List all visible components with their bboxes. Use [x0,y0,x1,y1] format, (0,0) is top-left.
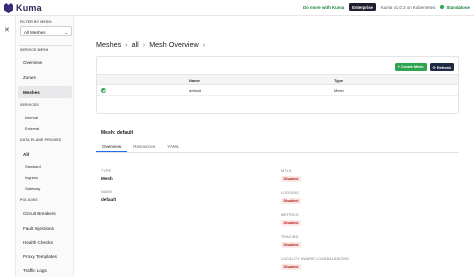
sidebar-item-proxy-templates[interactable]: Proxy Templates [18,250,72,262]
sidebar-item-traffic-logs[interactable]: Traffic Logs [18,264,72,276]
services-label: SERVICES [20,103,39,107]
sidebar-item-circuit-breakers[interactable]: Circuit Breakers [18,207,72,219]
online-status-icon [101,88,106,93]
mode-indicator: Standalone [440,5,470,10]
breadcrumb-mesh-overview: Mesh Overview [149,40,199,49]
sidebar: FILTER BY MESH: All Meshes ⌄ SERVICE MES… [16,16,74,277]
tracing-label: TRACING [281,235,299,239]
kuma-logo[interactable]: Kuma [4,3,42,13]
table-toolbar: + Create Mesh ⟳ Refresh [394,63,454,71]
metrics-status-badge: Disabled [281,220,301,226]
sidebar-item-overview[interactable]: Overview [18,56,72,68]
sidebar-item-fault-injections[interactable]: Fault Injections [18,222,72,234]
locality-lb-label: LOCALITY AWARE LOADBALANCING [281,257,350,261]
tab-overview[interactable]: Overview [96,141,128,152]
mtls-label: MTLS [281,169,292,173]
column-header-status [97,75,185,84]
policies-label: POLICIES [20,198,38,202]
mtls-status-badge: Disabled [281,176,301,182]
breadcrumb-meshes[interactable]: Meshes [96,40,121,49]
sidebar-item-zones[interactable]: Zones [18,71,72,83]
enterprise-button[interactable]: Enterprise [349,3,376,11]
refresh-label: Refresh [436,65,451,70]
mesh-select-value: All Meshes [24,29,46,35]
sidebar-item-gateway[interactable]: Gateway [25,186,40,191]
meshes-table-panel: + Create Mesh ⟳ Refresh Name Type defaul… [96,56,459,114]
refresh-button[interactable]: ⟳ Refresh [429,63,454,71]
name-cell: default [189,88,202,93]
mode-label: Standalone [446,4,470,10]
table-header: Name Type [97,74,458,85]
sidebar-item-ingress[interactable]: Ingress [25,175,38,180]
chevron-right-icon: › [142,40,146,49]
breadcrumb: Meshes › all › Mesh Overview › [96,40,205,49]
sidebar-item-all-dpp[interactable]: All [18,148,72,160]
create-mesh-button[interactable]: + Create Mesh [394,63,427,71]
sidebar-item-external[interactable]: External [25,126,39,131]
type-value: Mesh [101,176,113,181]
do-more-link[interactable]: Do more with Kuma [303,5,344,10]
metrics-label: METRICS [281,213,299,217]
top-header: Kuma Do more with Kuma Enterprise Kuma v… [0,0,474,16]
column-header-name: Name [189,78,200,83]
tab-resources[interactable]: Resources [127,141,161,152]
collapse-sidebar-icon[interactable]: ✕ [4,26,10,34]
name-value: default [101,197,117,202]
detail-tabs: Overview Resources YAML [96,141,459,153]
logging-label: LOGGING [281,191,300,195]
filter-label: FILTER BY MESH: [20,20,53,24]
sidebar-item-meshes[interactable]: Meshes [18,86,72,98]
mesh-detail-title: Mesh: default [101,130,134,136]
meshes-table: Name Type default Mesh [97,74,458,96]
sidebar-item-internal[interactable]: Internal [25,115,38,120]
locality-lb-status-badge: Disabled [281,264,301,270]
column-header-type: Type [334,78,344,83]
mesh-filter-select[interactable]: All Meshes ⌄ [20,26,72,36]
chevron-right-icon: › [202,40,206,49]
chevron-right-icon: › [125,40,128,49]
sidebar-item-standard[interactable]: Standard [25,164,41,169]
app-name: Kuma [16,3,42,13]
status-dot-icon [440,5,445,10]
type-cell: Mesh [334,88,344,93]
divider [18,45,72,46]
chevron-down-icon: ⌄ [64,29,68,35]
status-cell [97,85,185,95]
type-label: TYPE [101,169,112,173]
breadcrumb-all[interactable]: all [132,40,139,49]
tracing-status-badge: Disabled [281,242,301,248]
name-label: NAME [101,190,113,194]
left-rail: ✕ [0,16,16,277]
table-row[interactable]: default Mesh [97,85,458,96]
sidebar-item-health-checks[interactable]: Health Checks [18,236,72,248]
main-content: Meshes › all › Mesh Overview › + Create … [74,16,474,277]
tab-yaml[interactable]: YAML [161,141,185,152]
dpp-label: DATA PLANE PROXIES [20,138,62,142]
header-actions: Do more with Kuma Enterprise Kuma v1.0.2… [303,3,470,11]
logging-status-badge: Disabled [281,198,301,204]
kuma-logo-icon [4,3,13,13]
version-text: Kuma v1.0.2 on Kubernetes [380,4,436,10]
service-mesh-label: SERVICE MESH [20,48,49,52]
